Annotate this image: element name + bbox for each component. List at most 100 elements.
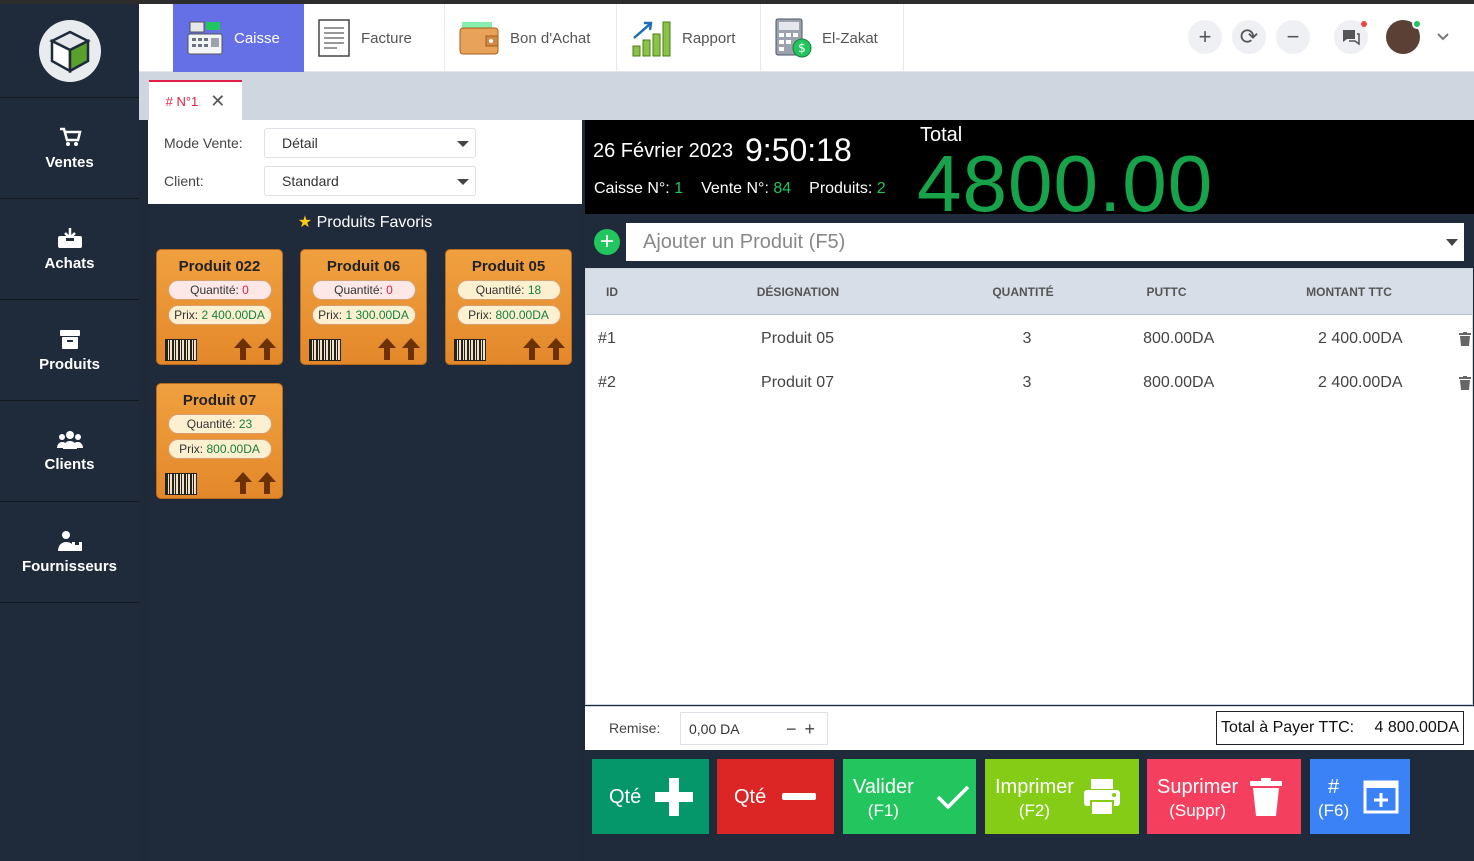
cart-table: ID DÉSIGNATION QUANTITÉ PUTTC MONTANT TT… (585, 268, 1473, 705)
sale-info: Caisse N°: 1 Vente N°: 84 Produits: 2 (594, 180, 886, 198)
col-puttc: PUTTC (1146, 284, 1187, 299)
product-card[interactable]: Produit 07 Quantité: 23 Prix: 800.00DA (156, 383, 283, 499)
arrow-up-icon (402, 338, 420, 360)
tab-caisse[interactable]: Caisse (173, 4, 304, 72)
supplier-icon (57, 530, 82, 551)
sidebar-item-label: Clients (44, 455, 95, 473)
favorites-title: ★ Produits Favoris (148, 212, 582, 232)
plus-icon: + (1198, 24, 1212, 49)
table-row[interactable]: #1 Produit 05 3 800.00DA 2 400.00DA (586, 317, 1472, 361)
nav-actions: + ⟳ − (1188, 19, 1450, 54)
valider-label: Valider (853, 775, 914, 798)
app-logo[interactable] (0, 4, 139, 98)
chevron-down-icon[interactable] (1436, 32, 1450, 42)
tab-rapport[interactable]: Rapport (617, 4, 761, 72)
refresh-icon: ⟳ (1239, 24, 1259, 49)
price-value: 800.00DA (495, 308, 549, 322)
sidebar-item-clients[interactable]: Clients (0, 401, 139, 502)
qty-value: 0 (386, 283, 393, 297)
product-card[interactable]: Produit 06 Quantité: 0 Prix: 1 300.00DA (300, 249, 427, 365)
card-footer (309, 337, 421, 361)
refresh-button[interactable]: ⟳ (1232, 20, 1266, 54)
cash-register-icon (187, 21, 223, 55)
remise-stepper[interactable]: −+ (786, 719, 823, 740)
product-qty: Quantité: 23 (167, 414, 272, 434)
tab-label: # N°1 (165, 93, 199, 109)
sidebar-item-ventes[interactable]: Ventes (0, 98, 139, 199)
vente-info: Vente N°: 84 (701, 180, 791, 198)
total-pay-label: Total à Payer TTC: (1221, 719, 1355, 736)
tab-sale-1[interactable]: # N°1 ✕ (149, 80, 242, 120)
sale-options: Mode Vente: Détail Client: Standard (148, 120, 582, 204)
chart-icon (632, 21, 671, 57)
row-qty[interactable]: 3 (967, 330, 1087, 348)
row-designation: Produit 07 (761, 374, 834, 391)
sidebar-item-produits[interactable]: Produits (0, 300, 139, 401)
row-id: #2 (598, 374, 616, 391)
qty-minus-label: Qté (734, 785, 767, 808)
zoom-out-button[interactable]: − (1276, 20, 1310, 54)
client-select[interactable]: Standard (264, 166, 476, 196)
trash-icon[interactable] (1458, 376, 1472, 390)
total-pay-value: 4 800.00DA (1374, 719, 1459, 736)
col-quantite: QUANTITÉ (992, 284, 1054, 299)
qty-minus-button[interactable]: Qté (717, 759, 834, 834)
plus-icon (655, 777, 694, 816)
add-product-button[interactable]: + (594, 229, 620, 255)
inbox-icon (57, 227, 82, 248)
trash-icon[interactable] (1458, 332, 1472, 346)
add-tab-icon (1363, 780, 1399, 813)
tab-label: Rapport (682, 29, 736, 47)
tab-label: El-Zakat (822, 29, 878, 47)
product-card[interactable]: Produit 05 Quantité: 18 Prix: 800.00DA (445, 249, 572, 365)
row-qty[interactable]: 3 (967, 374, 1087, 392)
product-name: Produit 05 (471, 258, 546, 275)
product-price: Prix: 800.00DA (456, 305, 561, 325)
product-card[interactable]: Produit 022 Quantité: 0 Prix: 2 400.00DA (156, 249, 283, 365)
barcode-icon (165, 339, 197, 361)
qty-plus-button[interactable]: Qté (592, 759, 709, 834)
online-status-dot (1412, 19, 1422, 29)
produits-value: 2 (876, 180, 886, 197)
valider-button[interactable]: Valider (F1) (843, 759, 976, 834)
sidebar-item-label: Produits (39, 355, 100, 373)
suprimer-button[interactable]: Suprimer (Suppr) (1147, 759, 1301, 834)
mode-vente-row: Mode Vente: Détail (164, 128, 476, 158)
tab-facture[interactable]: Facture (304, 4, 445, 72)
chevron-down-icon (457, 179, 469, 185)
action-buttons: Qté Qté Valider (F1) Imprimer (F2) Supri… (585, 750, 1474, 861)
qty-label: Quantité: (475, 283, 525, 297)
client-value: Standard (282, 173, 339, 189)
minus-icon (782, 792, 817, 800)
qty-value: 18 (527, 283, 542, 297)
qty-plus-label: Qté (609, 785, 642, 808)
tab-bon-achat[interactable]: Bon d'Achat (445, 4, 617, 72)
row-puttc: 800.00DA (1143, 374, 1215, 391)
new-sale-shortcut: (F6) (1318, 800, 1350, 820)
close-icon[interactable]: ✕ (210, 91, 225, 112)
tab-el-zakat[interactable]: $ El-Zakat (761, 4, 904, 72)
messages-button[interactable] (1334, 20, 1368, 54)
mode-vente-select[interactable]: Détail (264, 128, 476, 158)
sidebar-item-fournisseurs[interactable]: Fournisseurs (0, 502, 139, 603)
chevron-down-icon (1446, 239, 1458, 246)
remise-value: 0,00 DA (689, 720, 740, 737)
table-row[interactable]: #2 Produit 07 3 800.00DA 2 400.00DA (586, 361, 1472, 405)
sidebar-item-label: Fournisseurs (21, 557, 118, 575)
cube-logo-icon (38, 19, 101, 82)
user-avatar[interactable] (1386, 19, 1422, 54)
table-header: ID DÉSIGNATION QUANTITÉ PUTTC MONTANT TT… (586, 269, 1472, 315)
imprimer-button[interactable]: Imprimer (F2) (985, 759, 1139, 834)
zoom-in-button[interactable]: + (1188, 20, 1222, 54)
sidebar-item-achats[interactable]: Achats (0, 199, 139, 300)
new-sale-button[interactable]: # (F6) (1310, 759, 1410, 834)
product-qty: Quantité: 0 (311, 280, 416, 300)
calculator-icon: $ (775, 18, 812, 58)
product-name: Produit 07 (182, 392, 257, 409)
sidebar: Ventes Achats Produits Clients Fournisse… (0, 4, 139, 861)
add-product-input[interactable]: Ajouter un Produit (F5) (626, 223, 1464, 261)
suprimer-label: Suprimer (1157, 775, 1239, 798)
printer-icon (1083, 778, 1120, 816)
product-qty: Quantité: 18 (456, 280, 561, 300)
remise-input[interactable]: 0,00 DA −+ (680, 712, 828, 745)
